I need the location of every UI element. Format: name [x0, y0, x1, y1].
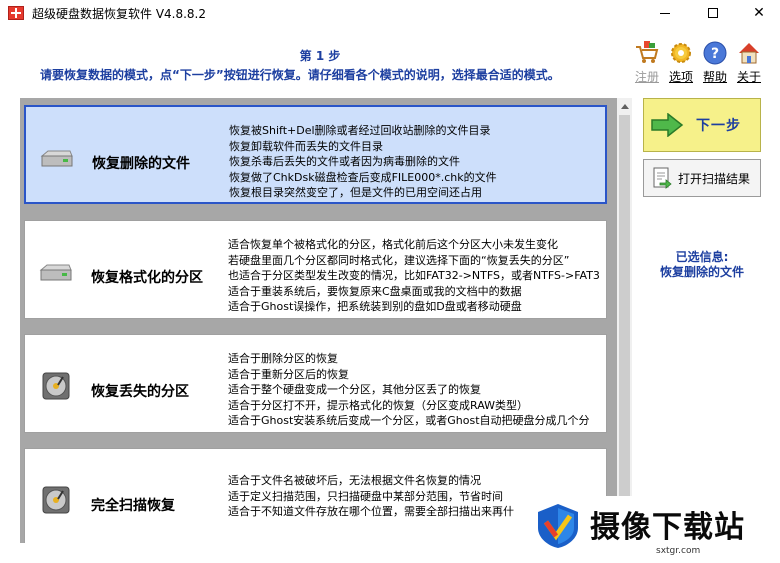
mode-item-full-scan[interactable]: 完全扫描恢复 适合于文件名被破坏后，无法根据文件名恢复的情况 适于定义扫描范围，…	[24, 448, 607, 543]
step-description: 请要恢复数据的模式，点“下一步”按钮进行恢复。请仔细看各个模式的说明，选择最合适…	[40, 68, 560, 82]
close-icon: ✕	[753, 5, 765, 21]
watermark-text: 摄像下载站	[590, 510, 745, 545]
mode-desc-line: 适合于分区打不开，提示格式化的恢复（分区变成RAW类型）	[228, 398, 528, 412]
watermark-logo-icon	[538, 504, 578, 548]
top-toolbar: 注册 选项 ? 帮助 关于	[630, 40, 766, 85]
title-bar: 超级硬盘数据恢复软件 V4.8.8.2 ✕	[0, 0, 780, 26]
hard-drive-icon	[40, 150, 73, 167]
options-button[interactable]: 选项	[664, 40, 698, 85]
gear-icon	[671, 43, 691, 63]
mode-name: 恢复删除的文件	[92, 156, 190, 172]
home-icon	[739, 43, 759, 64]
mode-desc-line: 适合于整个硬盘变成一个分区，其他分区丢了的恢复	[228, 383, 481, 397]
close-button[interactable]: ✕	[736, 0, 780, 26]
mode-desc-line: 也适合于分区类型发生改变的情况，比如FAT32->NTFS，或者NTFS->FA…	[228, 269, 600, 283]
window-title: 超级硬盘数据恢复软件 V4.8.8.2	[32, 6, 207, 21]
mode-description: 适合恢复单个被格式化的分区，格式化前后这个分区大小未发生变化 若硬盘里面几个分区…	[228, 237, 600, 315]
next-step-label: 下一步	[696, 118, 741, 134]
scroll-up-arrow-icon[interactable]	[617, 98, 632, 114]
mode-desc-line: 适合于Ghost安装系统后变成一个分区，或者Ghost自动把硬盘分成几个分	[228, 414, 590, 428]
app-icon	[8, 6, 24, 20]
mode-desc-line: 适合于不知道文件存放在哪个位置，需要全部扫描出来再什	[228, 505, 514, 519]
cart-icon	[636, 41, 659, 63]
mode-desc-line: 恢复被Shift+Del删除或者经过回收站删除的文件目录	[229, 124, 491, 137]
minimize-icon	[660, 12, 670, 14]
mode-desc-line: 适合于Ghost误操作，把系统装到别的盘如D盘或者移动硬盘	[228, 300, 522, 314]
next-step-button[interactable]: 下一步	[643, 98, 761, 152]
watermark: 摄像下载站 sxtgr.com	[528, 496, 780, 563]
about-button[interactable]: 关于	[732, 40, 766, 85]
mode-desc-line: 恢复做了ChkDsk磁盘检查后变成FILE000*.chk的文件	[229, 170, 497, 184]
options-label: 选项	[668, 70, 693, 84]
mode-name: 完全扫描恢复	[91, 498, 175, 514]
arrow-right-icon	[651, 113, 684, 137]
mode-desc-line: 若硬盘里面几个分区都同时格式化，建议选择下面的“恢复丢失的分区”	[228, 253, 570, 267]
mode-item-recover-lost-partition[interactable]: 恢复丢失的分区 适合于删除分区的恢复 适合于重新分区后的恢复 适合于整个硬盘变成…	[24, 334, 607, 433]
mode-name: 恢复格式化的分区	[91, 270, 203, 286]
maximize-button[interactable]	[690, 0, 736, 26]
mode-desc-line: 适合于文件名被破坏后，无法根据文件名恢复的情况	[228, 474, 481, 487]
mode-item-recover-deleted[interactable]: 恢复删除的文件 恢复被Shift+Del删除或者经过回收站删除的文件目录 恢复卸…	[24, 105, 607, 204]
mode-item-recover-formatted[interactable]: 恢复格式化的分区 适合恢复单个被格式化的分区，格式化前后这个分区大小未发生变化 …	[24, 220, 607, 319]
register-label: 注册	[634, 70, 659, 84]
open-scan-result-button[interactable]: 打开扫描结果	[643, 159, 761, 197]
help-button[interactable]: ? 帮助	[698, 40, 732, 85]
help-label: 帮助	[702, 70, 727, 84]
header: 第 1 步 请要恢复数据的模式，点“下一步”按钮进行恢复。请仔细看各个模式的说明…	[0, 26, 780, 96]
register-button[interactable]: 注册	[630, 40, 664, 85]
document-arrow-icon	[653, 167, 672, 189]
open-scan-result-label: 打开扫描结果	[678, 171, 751, 186]
mode-desc-line: 适合于重新分区后的恢复	[228, 367, 349, 381]
maximize-icon	[708, 8, 718, 18]
mode-description: 恢复被Shift+Del删除或者经过回收站删除的文件目录 恢复卸载软件而丢失的文…	[229, 123, 497, 201]
mode-desc-line: 恢复根目录突然变空了，但是文件的已用空间还占用	[229, 186, 482, 200]
hard-drive-icon	[39, 264, 72, 281]
selected-info-label: 已选信息:	[675, 250, 729, 264]
mode-description: 适合于删除分区的恢复 适合于重新分区后的恢复 适合于整个硬盘变成一个分区，其他分…	[228, 351, 590, 429]
watermark-url: sxtgr.com	[656, 546, 701, 556]
selected-info: 已选信息: 恢复删除的文件	[640, 250, 764, 280]
disk-platter-icon	[42, 372, 70, 400]
mode-description: 适合于文件名被破坏后，无法根据文件名恢复的情况 适于定义扫描范围，只扫描硬盘中某…	[228, 473, 514, 520]
step-title: 第 1 步	[299, 49, 341, 63]
mode-desc-line: 适合恢复单个被格式化的分区，格式化前后这个分区大小未发生变化	[228, 238, 558, 251]
minimize-button[interactable]	[642, 0, 688, 26]
mode-desc-line: 适合于重装系统后，要恢复原来C盘桌面或我的文档中的数据	[228, 284, 522, 298]
mode-name: 恢复丢失的分区	[91, 384, 189, 400]
mode-desc-line: 适合于删除分区的恢复	[228, 352, 338, 365]
selected-info-value: 恢复删除的文件	[659, 265, 744, 279]
mode-list: 恢复删除的文件 恢复被Shift+Del删除或者经过回收站删除的文件目录 恢复卸…	[20, 98, 617, 543]
disk-platter-icon	[42, 486, 70, 514]
mode-list-scrollbar[interactable]	[617, 98, 632, 543]
mode-desc-line: 适于定义扫描范围，只扫描硬盘中某部分范围，节省时间	[228, 489, 503, 503]
about-label: 关于	[736, 70, 761, 84]
scroll-thumb[interactable]	[619, 115, 630, 541]
svg-text:?: ?	[711, 46, 719, 62]
mode-desc-line: 恢复卸载软件而丢失的文件目录	[229, 139, 383, 153]
help-icon: ?	[703, 41, 727, 65]
mode-desc-line: 恢复杀毒后丢失的文件或者因为病毒删除的文件	[229, 155, 460, 169]
